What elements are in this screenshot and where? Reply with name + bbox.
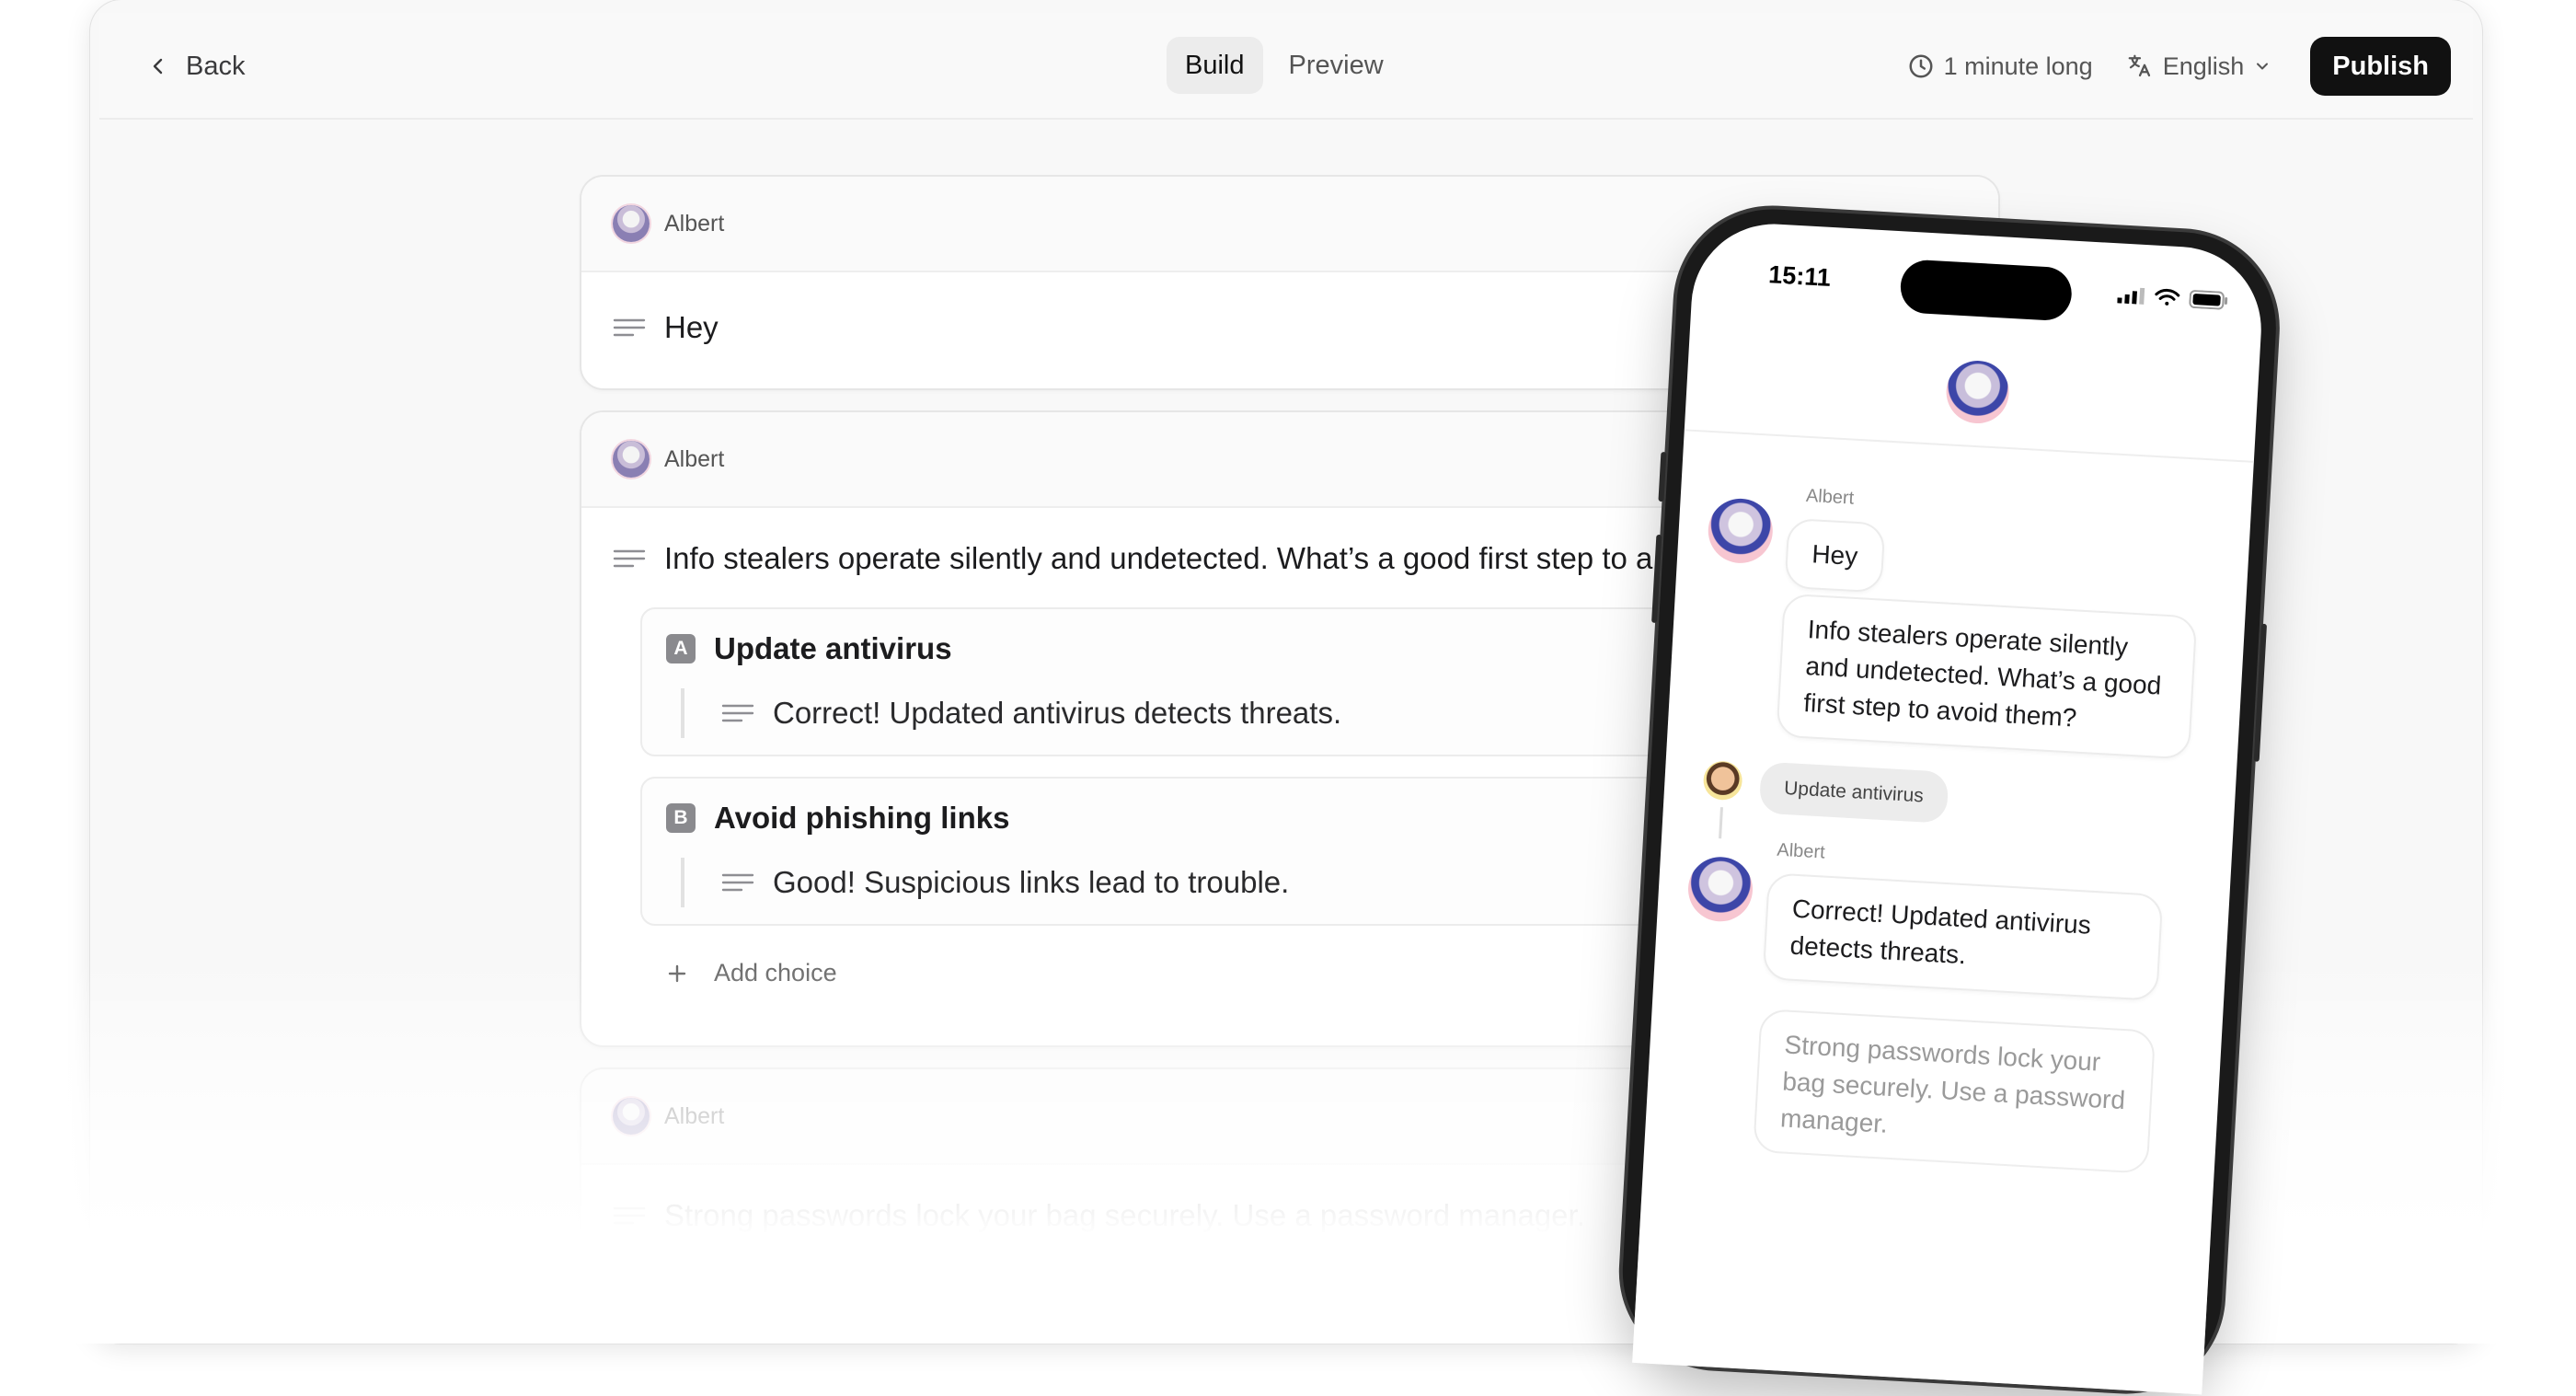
- speaker-name: Albert: [1805, 485, 1855, 509]
- speaker-name: Albert: [1776, 839, 1826, 863]
- message-text: Hey: [664, 310, 719, 344]
- language-label: English: [2162, 52, 2245, 80]
- chat-bubble: Correct! Updated antivirus detects threa…: [1762, 872, 2164, 1001]
- tab-build[interactable]: Build: [1167, 37, 1263, 94]
- add-choice-button[interactable]: Add choice: [666, 959, 837, 987]
- language-select[interactable]: English: [2126, 52, 2272, 81]
- mode-tabs: Build Preview: [1167, 37, 1402, 94]
- avatar: [613, 1098, 650, 1135]
- choice-label: Update antivirus: [714, 631, 952, 665]
- choice-response[interactable]: Correct! Updated antivirus detects threa…: [681, 688, 1341, 738]
- back-button[interactable]: Back: [147, 48, 245, 85]
- choice-response[interactable]: Good! Suspicious links lead to trouble.: [681, 858, 1289, 907]
- text-lines-icon: [613, 549, 646, 568]
- choice-title: B Avoid phishing links: [666, 801, 1009, 836]
- toolbar-right: 1 minute long English Publish: [1907, 37, 2451, 96]
- text-lines-icon: [613, 318, 646, 337]
- text-lines-icon: [721, 873, 754, 892]
- choice-title: A Update antivirus: [666, 631, 952, 666]
- response-text: Good! Suspicious links lead to trouble.: [773, 865, 1290, 899]
- text-lines-icon: [613, 1206, 646, 1225]
- top-toolbar: Back Build Preview 1 minute long English…: [99, 13, 2473, 120]
- speaker-name: Albert: [664, 445, 725, 472]
- text-lines-icon: [721, 704, 754, 722]
- chat-bubble: Info stealers operate silently and undet…: [1776, 593, 2198, 760]
- plus-icon: [668, 964, 686, 982]
- clock-icon: [1909, 54, 1933, 78]
- battery-icon: [2189, 290, 2228, 310]
- user-avatar: [1702, 760, 1743, 802]
- albert-avatar: [1686, 855, 1754, 924]
- avatar: [613, 441, 650, 478]
- choice-label: Avoid phishing links: [714, 801, 1010, 835]
- phone-fade: [1632, 1124, 2215, 1395]
- chevron-left-icon: [153, 58, 163, 75]
- choice-letter-badge: A: [666, 634, 696, 663]
- duration-label: 1 minute long: [1943, 52, 2093, 80]
- choice-letter-badge: B: [666, 803, 696, 833]
- message-text: Strong passwords lock your bag securely.…: [664, 1198, 1585, 1232]
- thread-line: [1719, 807, 1723, 839]
- phone-preview: 15:11 Albert Hey Info stealers operate s…: [1617, 203, 2282, 1396]
- albert-avatar: [1944, 359, 2011, 425]
- albert-avatar: [1706, 496, 1775, 565]
- avatar: [613, 205, 650, 242]
- phone-screen: 15:11 Albert Hey Info stealers operate s…: [1632, 219, 2266, 1395]
- dynamic-island: [1899, 259, 2074, 322]
- publish-button[interactable]: Publish: [2310, 37, 2451, 96]
- translate-icon: [2128, 54, 2150, 77]
- wifi-icon: [2155, 288, 2180, 306]
- add-choice-label: Add choice: [714, 959, 837, 986]
- speaker-name: Albert: [664, 1102, 725, 1129]
- selected-choice-pill: Update antivirus: [1758, 761, 1949, 824]
- status-time: 15:11: [1767, 260, 1832, 292]
- back-label: Back: [186, 51, 246, 81]
- message-text: Info stealers operate silently and undet…: [664, 541, 1653, 575]
- chat-header: 15:11: [1684, 219, 2266, 463]
- speaker-name: Albert: [664, 210, 725, 237]
- signal-icon: [2117, 287, 2145, 305]
- response-text: Correct! Updated antivirus detects threa…: [773, 696, 1342, 730]
- chat-bubble: Hey: [1784, 517, 1886, 594]
- tab-preview[interactable]: Preview: [1271, 37, 1402, 94]
- chevron-down-icon: [2257, 63, 2269, 70]
- status-icons: [2117, 285, 2228, 310]
- duration-indicator: 1 minute long: [1907, 52, 2093, 81]
